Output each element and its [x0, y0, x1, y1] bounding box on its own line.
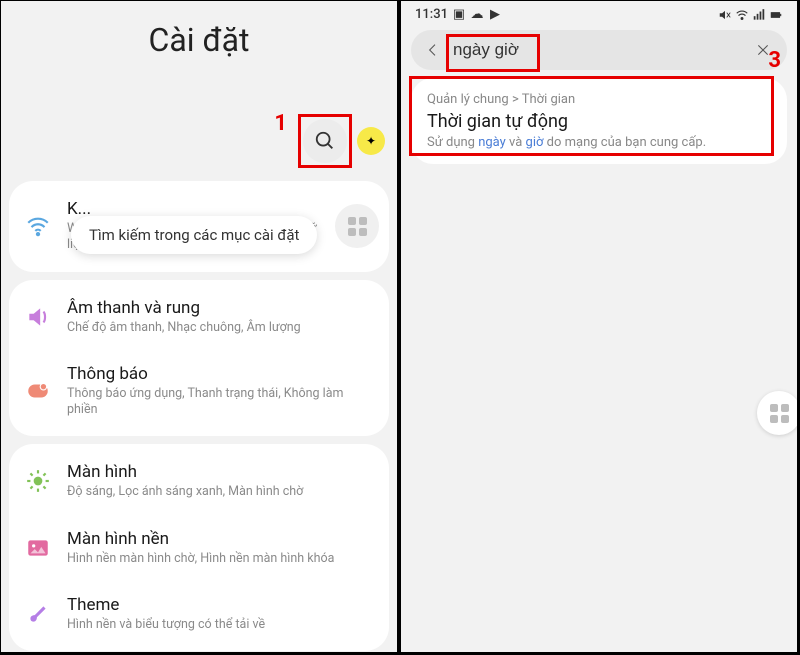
row-text: Màn hình nền Hình nền màn hình chờ, Hình… [67, 529, 373, 567]
mute-icon [718, 8, 732, 22]
phone-left-settings: Cài đặt 1 ✦ Tìm kiếm trong các mục cài đ… [0, 0, 398, 653]
settings-row-notifications[interactable]: Thông báo Thông báo ứng dụng, Thanh trạn… [9, 350, 389, 433]
result-breadcrumb: Quản lý chung > Thời gian [427, 92, 771, 107]
search-result-item[interactable]: 3 Quản lý chung > Thời gian Thời gian tự… [411, 78, 787, 164]
search-tooltip: Tìm kiếm trong các mục cài đặt [71, 216, 317, 254]
highlight: giờ [526, 135, 544, 150]
row-title: Thông báo [67, 364, 373, 384]
settings-row-wallpaper[interactable]: Màn hình nền Hình nền màn hình chờ, Hình… [9, 515, 389, 581]
row-title: Màn hình nền [67, 529, 373, 549]
sun-icon [25, 468, 51, 494]
row-text: Theme Hình nền và biểu tượng có thể tải … [67, 595, 373, 633]
brush-icon [25, 601, 51, 627]
smartthings-icon[interactable]: ✦ [357, 127, 385, 155]
settings-card-display: Màn hình Độ sáng, Lọc ánh sáng xanh, Màn… [9, 444, 389, 651]
gallery-indicator-icon: ▣ [452, 8, 466, 22]
row-subtitle: Chế độ âm thanh, Nhạc chuông, Âm lượng [67, 320, 373, 336]
grid-icon [348, 217, 367, 236]
row-title: Theme [67, 595, 373, 615]
callout-label-3: 3 [768, 48, 781, 73]
page-title: Cài đặt [1, 21, 397, 59]
row-subtitle: Độ sáng, Lọc ánh sáng xanh, Màn hình chờ [67, 484, 373, 500]
grid-icon [770, 404, 789, 423]
phone-right-search: 11:31 ▣ ☁ ▶ 2 [400, 0, 798, 653]
settings-row-sound[interactable]: Âm thanh và rung Chế độ âm thanh, Nhạc c… [9, 284, 389, 350]
row-title: Màn hình [67, 462, 373, 482]
wifi-icon [25, 213, 51, 239]
speaker-icon [25, 304, 51, 330]
back-button[interactable] [425, 41, 443, 59]
row-subtitle: Hình nền và biểu tượng có thể tải về [67, 617, 373, 633]
signal-icon [752, 8, 766, 22]
search-input[interactable] [453, 40, 745, 60]
cloud-indicator-icon: ☁ [470, 8, 484, 22]
settings-toolbar: 1 ✦ [1, 59, 397, 173]
callout-label-1: 1 [274, 111, 287, 136]
result-description: Sử dụng ngày và giờ do mạng của bạn cung… [427, 135, 771, 150]
status-bar: 11:31 ▣ ☁ ▶ [401, 1, 797, 24]
row-subtitle: Thông báo ứng dụng, Thanh trạng thái, Kh… [67, 386, 373, 419]
search-icon [314, 130, 336, 152]
picture-icon [25, 535, 51, 561]
status-right [718, 8, 783, 22]
status-left: 11:31 ▣ ☁ ▶ [415, 7, 502, 22]
row-title: Âm thanh và rung [67, 298, 373, 318]
notification-icon [25, 378, 51, 404]
wifi-status-icon [735, 8, 749, 22]
settings-row-theme[interactable]: Theme Hình nền và biểu tượng có thể tải … [9, 581, 389, 647]
battery-icon [769, 8, 783, 22]
status-time: 11:31 [415, 7, 448, 22]
row-text: Âm thanh và rung Chế độ âm thanh, Nhạc c… [67, 298, 373, 336]
row-subtitle: Hình nền màn hình chờ, Hình nền màn hình… [67, 551, 373, 567]
play-indicator-icon: ▶ [488, 8, 502, 22]
search-bar [411, 30, 787, 70]
row-text: Màn hình Độ sáng, Lọc ánh sáng xanh, Màn… [67, 462, 373, 500]
settings-row-display[interactable]: Màn hình Độ sáng, Lọc ánh sáng xanh, Màn… [9, 448, 389, 514]
row-text: Thông báo Thông báo ứng dụng, Thanh trạn… [67, 364, 373, 419]
settings-header: Cài đặt [1, 1, 397, 59]
search-button[interactable] [303, 119, 347, 163]
highlight: ngày [478, 135, 506, 150]
settings-card-sound: Âm thanh và rung Chế độ âm thanh, Nhạc c… [9, 280, 389, 437]
category-grid-button[interactable] [335, 204, 379, 248]
floating-grid-button[interactable] [757, 391, 798, 435]
result-title: Thời gian tự động [427, 111, 771, 132]
